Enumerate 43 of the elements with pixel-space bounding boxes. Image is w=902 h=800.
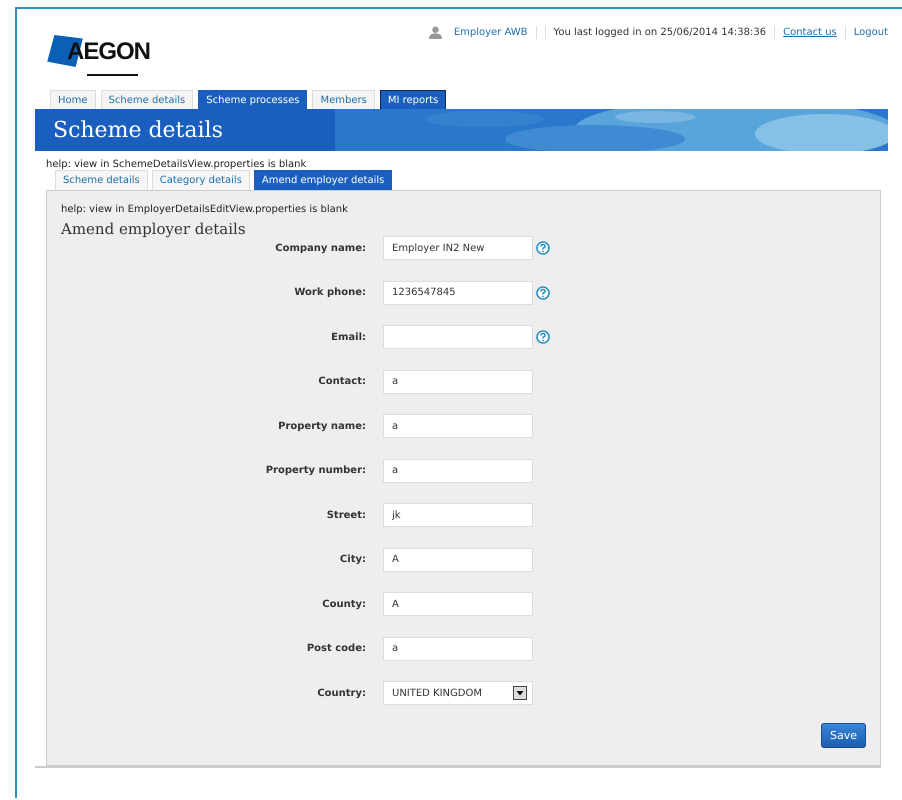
field-label: Post code: (306, 643, 366, 654)
help-icon[interactable] (536, 241, 550, 255)
input-field[interactable]: a (383, 414, 533, 438)
nav-tab[interactable]: Scheme processes (198, 90, 308, 109)
last-login-text: You last logged in on 25/06/2014 14:38:36 (554, 26, 766, 38)
field-label: Company name: (274, 242, 366, 254)
input-field[interactable]: a (383, 370, 533, 394)
help-text: help: view in EmployerDetailsEditView.properties is blank (61, 204, 349, 215)
help-text: help: view in SchemeDetailsView.properties is blank (46, 159, 308, 170)
nav-tab[interactable]: MI reports (380, 90, 446, 109)
user-link[interactable]: Employer AWB (454, 26, 528, 38)
nav-tab[interactable]: Members (312, 90, 375, 109)
country-dropdown[interactable]: UNITED KINGDOM (383, 681, 533, 705)
sub-tab[interactable]: Amend employer details (254, 170, 392, 190)
field-label: Property name: (277, 420, 366, 432)
field-label: Contact: (317, 376, 366, 387)
field-label: Work phone: (293, 287, 366, 298)
input-field[interactable]: Employer IN2 New (383, 236, 533, 260)
nav-tab[interactable]: Home (50, 90, 96, 109)
form-heading: Amend employer details (61, 220, 247, 238)
save-button[interactable]: Save (820, 723, 866, 748)
help-icon[interactable] (536, 330, 550, 344)
field-label: Country: (316, 688, 366, 698)
input-field[interactable]: jk (383, 503, 533, 527)
field-label: Street: (326, 510, 366, 520)
header-link[interactable]: Contact us (783, 26, 837, 38)
input-field[interactable]: a (383, 458, 533, 482)
input-field[interactable] (383, 325, 533, 349)
header-link[interactable]: Logout (854, 26, 888, 38)
sub-tab[interactable]: Category details (152, 170, 250, 190)
help-icon[interactable] (536, 286, 550, 300)
user-icon (428, 26, 442, 38)
field-label: Property number: (264, 465, 366, 476)
sub-tab[interactable]: Scheme details (55, 170, 148, 190)
input-field[interactable]: A (383, 592, 533, 616)
field-label: Email: (330, 332, 366, 342)
page-title: Scheme details (53, 118, 223, 142)
input-field[interactable]: a (383, 636, 533, 660)
input-field[interactable]: 1236547845 (383, 280, 533, 304)
nav-tab[interactable]: Scheme details (100, 90, 194, 109)
input-field[interactable]: A (383, 548, 533, 572)
field-label: County: (321, 598, 366, 610)
field-label: City: (338, 554, 366, 565)
